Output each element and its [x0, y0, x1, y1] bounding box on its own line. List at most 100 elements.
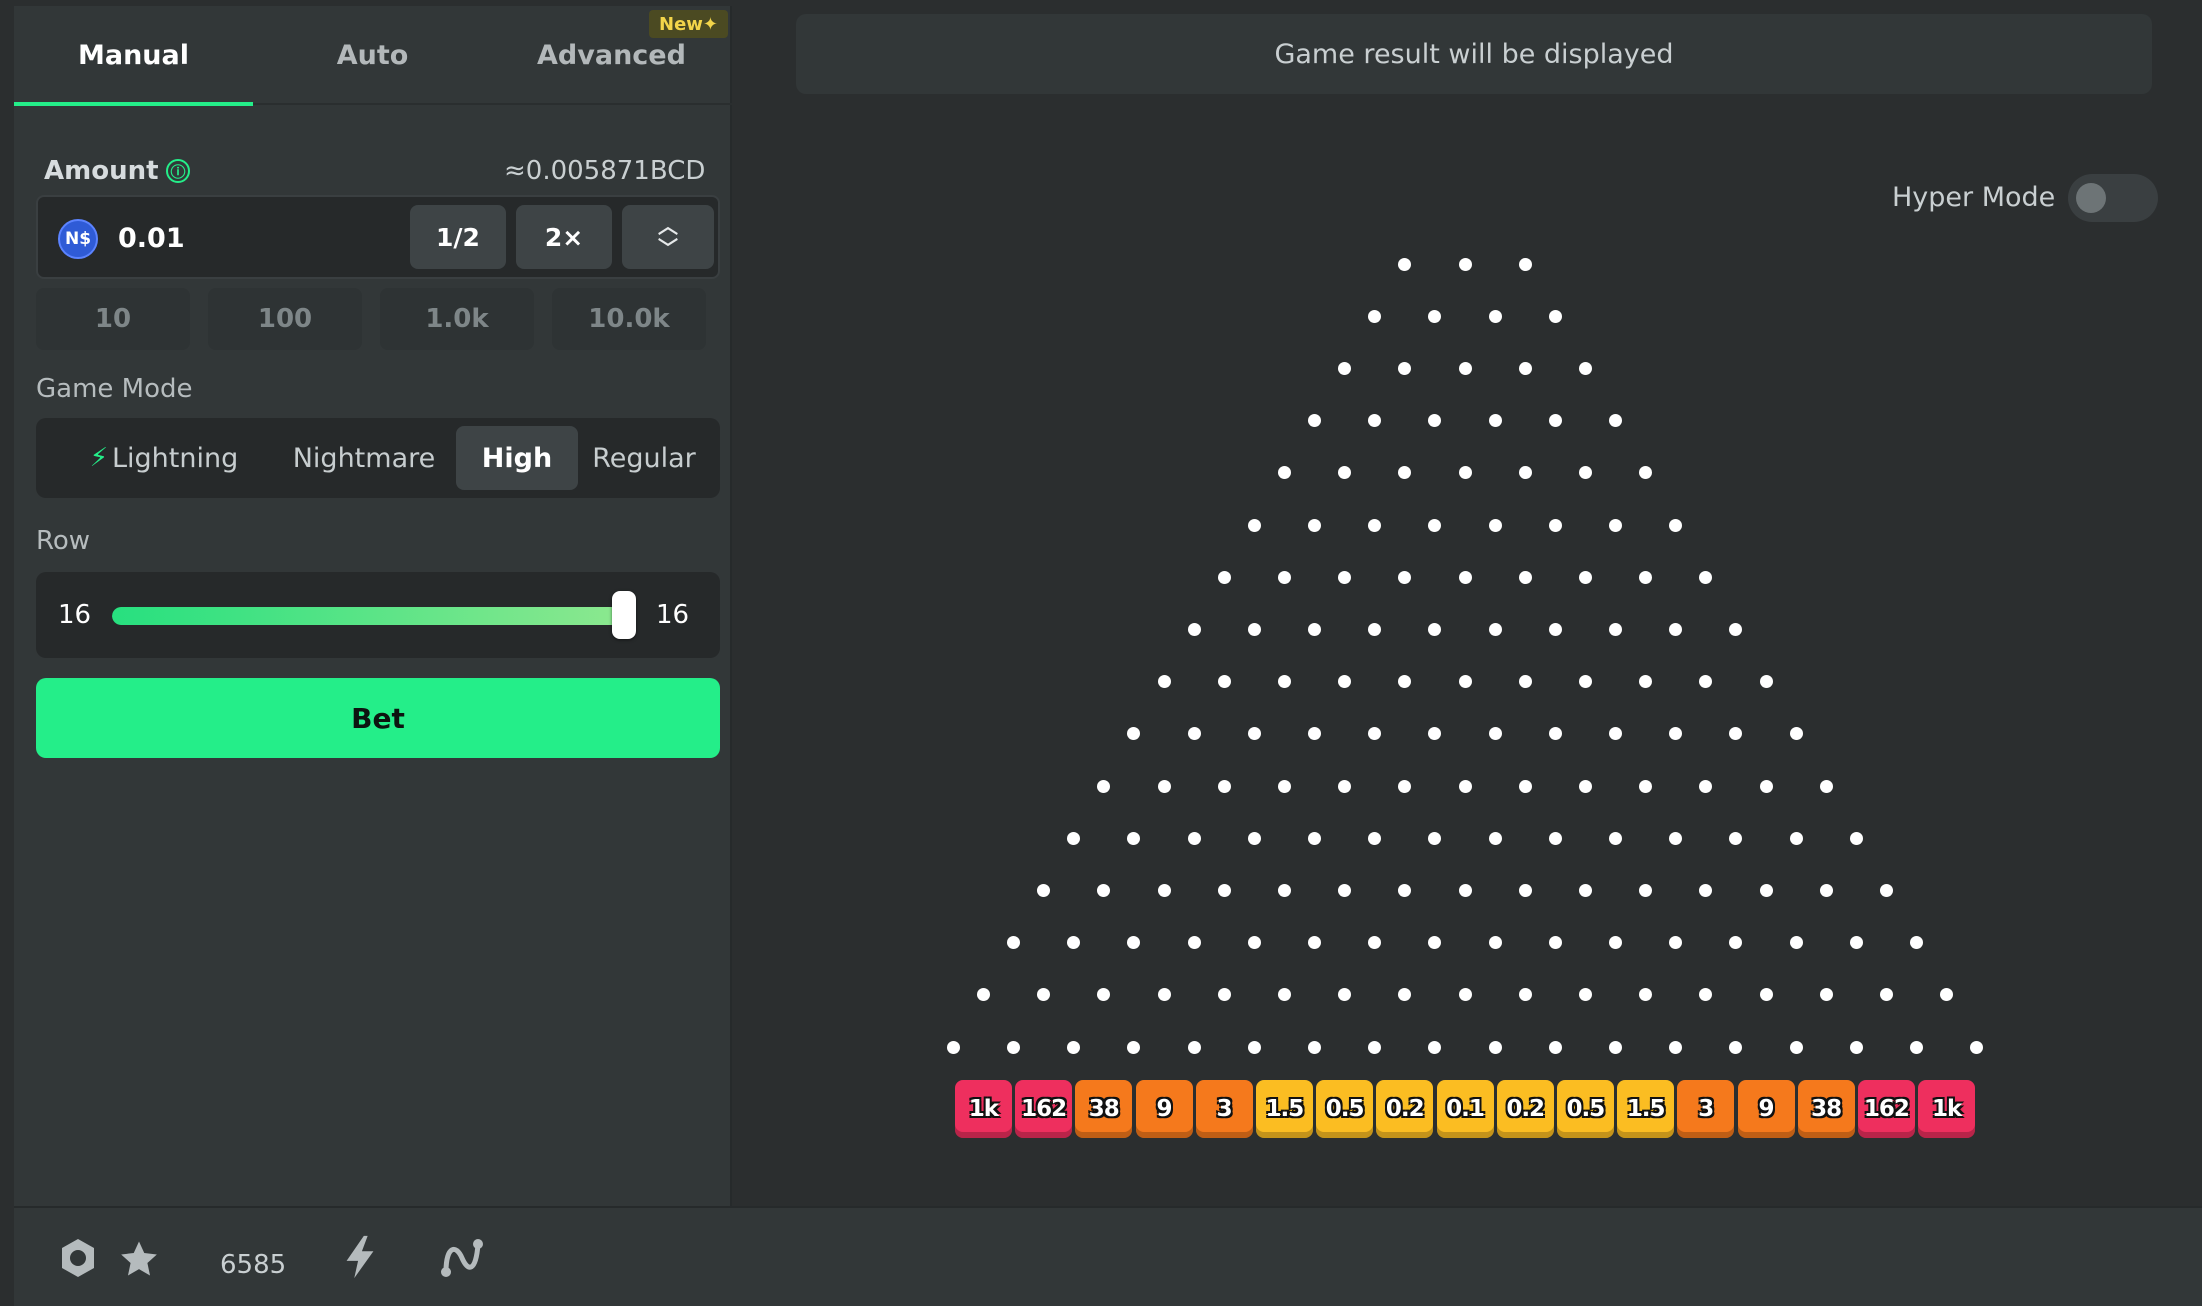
quick-amount-10[interactable]: 10 — [36, 288, 190, 350]
peg — [1789, 831, 1803, 845]
peg — [1247, 518, 1261, 532]
peg — [1639, 570, 1653, 584]
peg — [1518, 361, 1532, 375]
toggle-knob — [2076, 183, 2106, 213]
peg — [1578, 466, 1592, 480]
peg — [1548, 727, 1562, 741]
amount-conversion: ≈0.005871BCD — [504, 156, 706, 186]
tab-manual[interactable]: Manual — [14, 6, 253, 105]
lightning-icon[interactable] — [340, 1234, 380, 1284]
amount-stepper[interactable]: ︿ ﹀ — [622, 205, 714, 269]
multiplier-bucket: 1k — [1918, 1080, 1976, 1138]
peg — [1910, 936, 1923, 950]
peg — [1578, 988, 1592, 1002]
peg — [1037, 883, 1051, 897]
multiplier-bucket: 162 — [1857, 1080, 1915, 1138]
row-slider-thumb[interactable] — [612, 591, 636, 639]
peg — [1217, 883, 1231, 897]
mode-tabs: Manual Auto Advanced New✦ — [14, 6, 732, 106]
peg — [1548, 309, 1562, 323]
multiplier-bucket: 9 — [1135, 1080, 1193, 1138]
peg — [1488, 518, 1502, 532]
peg — [1428, 309, 1442, 323]
bet-button[interactable]: Bet — [36, 678, 720, 758]
peg — [1338, 361, 1352, 375]
peg — [1759, 883, 1773, 897]
mode-regular[interactable]: Regular — [578, 426, 710, 490]
settings-icon[interactable] — [56, 1236, 100, 1284]
quick-amount-10k[interactable]: 10.0k — [552, 288, 706, 350]
peg — [1037, 988, 1051, 1002]
peg — [1187, 936, 1201, 950]
peg — [1609, 727, 1622, 741]
peg — [1368, 1040, 1382, 1054]
multiplier-bucket: 0.5 — [1556, 1080, 1614, 1138]
quick-amount-100[interactable]: 100 — [208, 288, 362, 350]
chevron-down-icon[interactable]: ﹀ — [658, 237, 678, 259]
peg — [1518, 675, 1532, 689]
row-max-value: 16 — [656, 600, 690, 630]
mode-lightning[interactable]: ⚡ Lightning — [66, 426, 262, 490]
peg — [1247, 831, 1261, 845]
peg — [1729, 831, 1743, 845]
peg — [1217, 988, 1231, 1002]
peg — [1458, 988, 1472, 1002]
peg — [1518, 570, 1532, 584]
peg — [1398, 466, 1412, 480]
mode-nightmare[interactable]: Nightmare — [272, 426, 456, 490]
multiplier-bucket: 38 — [1075, 1080, 1133, 1138]
tab-auto[interactable]: Auto — [253, 6, 492, 105]
peg — [1398, 988, 1412, 1002]
game-mode-selector: ⚡ Lightning Nightmare High Regular — [36, 418, 720, 498]
row-slider-box: 16 16 — [36, 572, 720, 658]
peg — [1187, 831, 1201, 845]
peg — [1639, 883, 1653, 897]
multiplier-bucket: 1.5 — [1617, 1080, 1675, 1138]
peg — [1247, 727, 1261, 741]
peg — [1007, 1040, 1020, 1054]
multiplier-bucket: 3 — [1677, 1080, 1735, 1138]
peg — [1609, 622, 1622, 636]
peg — [1609, 414, 1622, 428]
peg — [1609, 936, 1622, 950]
peg — [1488, 727, 1502, 741]
info-icon[interactable]: ⓘ — [166, 159, 190, 183]
peg — [1729, 727, 1743, 741]
peg — [1819, 779, 1833, 793]
star-icon[interactable] — [118, 1238, 160, 1284]
peg — [1548, 518, 1562, 532]
peg — [1458, 883, 1472, 897]
chart-curve-icon[interactable] — [438, 1236, 486, 1284]
peg — [1548, 1040, 1562, 1054]
double-amount-button[interactable]: 2× — [516, 205, 612, 269]
peg — [1127, 831, 1141, 845]
peg — [1308, 1040, 1321, 1054]
peg — [1940, 988, 1954, 1002]
half-amount-button[interactable]: 1/2 — [410, 205, 506, 269]
chevron-up-icon[interactable]: ︿ — [658, 215, 678, 237]
peg — [1217, 570, 1231, 584]
hyper-mode-toggle[interactable] — [2068, 174, 2158, 222]
peg — [1548, 831, 1562, 845]
mode-high[interactable]: High — [456, 426, 578, 490]
peg — [1819, 988, 1833, 1002]
row-slider-track[interactable] — [112, 607, 632, 625]
peg — [1578, 570, 1592, 584]
peg — [1699, 883, 1713, 897]
peg — [1247, 936, 1261, 950]
peg — [1127, 727, 1141, 741]
peg — [1277, 466, 1291, 480]
amount-input[interactable]: 0.01 — [118, 223, 185, 254]
peg — [1458, 779, 1472, 793]
peg — [1398, 361, 1412, 375]
peg — [1488, 622, 1502, 636]
peg — [1518, 883, 1532, 897]
quick-amount-1k[interactable]: 1.0k — [380, 288, 534, 350]
peg — [1368, 936, 1382, 950]
peg — [1879, 988, 1893, 1002]
multiplier-bucket: 0.2 — [1376, 1080, 1434, 1138]
game-result-banner: Game result will be displayed — [796, 14, 2152, 94]
peg — [1428, 414, 1442, 428]
peg — [1247, 622, 1261, 636]
peg — [1368, 309, 1382, 323]
